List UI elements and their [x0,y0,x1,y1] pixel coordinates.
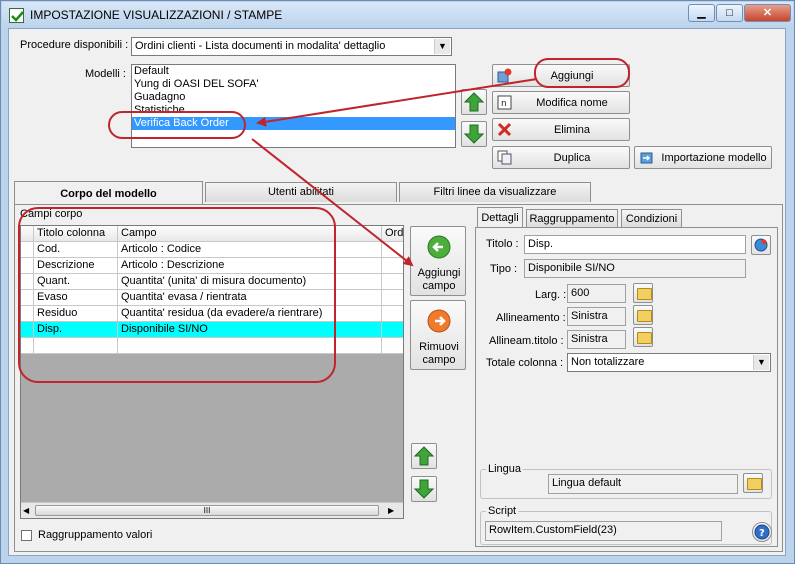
elimina-button[interactable]: Elimina [492,118,630,141]
arrow-right-orange-icon [427,309,451,333]
lingua-browse-button[interactable] [743,473,763,493]
arrow-up-green-icon [463,92,485,112]
delete-x-icon [497,122,512,137]
modelli-label: Modelli : [85,68,126,80]
totale-colonna-value: Non totalizzare [571,356,645,368]
horizontal-scrollbar[interactable]: ◀ III ▶ [21,502,403,518]
model-item-yung[interactable]: Yung di OASI DEL SOFA' [132,78,455,91]
modifica-nome-button-label: Modifica nome [536,97,608,109]
svg-text:n: n [501,99,507,109]
allineamento-label: Allineamento : [496,312,566,324]
larg-field[interactable]: 600 [567,284,626,303]
checkmark-app-icon [9,8,24,23]
tab-dettagli[interactable]: Dettagli [477,207,523,228]
lingua-field: Lingua default [548,474,738,494]
titolo-input[interactable]: Disp. [524,235,746,254]
procedure-select[interactable]: Ordini clienti - Lista documenti in moda… [131,37,452,56]
rimuovi-campo-button[interactable]: Rimuovi campo [410,300,466,370]
add-model-icon [497,68,512,83]
elimina-button-label: Elimina [553,124,591,136]
procedure-label: Procedure disponibili : [20,39,129,51]
tab-filtri-linee[interactable]: Filtri linee da visualizzare [399,182,591,202]
scroll-left-icon[interactable]: ◀ [23,506,29,515]
script-field[interactable]: RowItem.CustomField(23) [485,521,722,541]
aggiungi-campo-label: Aggiungi campo [417,267,461,292]
duplica-button-label: Duplica [553,152,591,164]
tab-corpo-del-modello[interactable]: Corpo del modello [14,181,203,205]
import-icon [640,152,653,164]
column-header-ordine[interactable]: Ordi [382,226,403,242]
tab-condizioni[interactable]: Condizioni [621,209,682,228]
scroll-right-icon[interactable]: ▶ [388,506,394,515]
allineam-titolo-browse-button[interactable] [633,327,653,347]
titolo-label: Titolo : [486,238,519,250]
move-field-up-button[interactable] [411,443,437,469]
close-icon: ✕ [762,7,773,19]
totale-colonna-label: Totale colonna : [486,357,564,369]
annotation-ellipse-aggiungi [534,58,630,88]
rename-icon: n [497,95,512,110]
window-title: IMPOSTAZIONE VISUALIZZAZIONI / STAMPE [30,8,283,22]
allineamento-field[interactable]: Sinistra [567,307,626,326]
model-item-default[interactable]: Default [132,65,455,78]
folder-icon [637,332,652,344]
translate-button[interactable] [751,235,771,255]
arrow-up-green-icon [413,446,435,466]
annotation-ellipse-verifica [108,111,246,139]
arrow-down-green-icon [413,479,435,499]
minimize-button[interactable]: ▁ [688,4,715,22]
tab-utenti-abilitati[interactable]: Utenti abilitati [205,182,397,202]
larg-label: Larg. : [535,289,567,301]
move-field-down-button[interactable] [411,476,437,502]
script-help-button[interactable]: ? [752,522,772,542]
scroll-thumb[interactable]: III [35,505,379,516]
allineam-titolo-label: Allineam.titolo : [489,335,564,347]
folder-icon [637,288,652,300]
folder-icon [637,310,652,322]
minimize-icon: ▁ [697,7,706,19]
tipo-field: Disponibile SI/NO [524,259,746,278]
help-icon: ? [754,524,770,540]
duplicate-icon [497,150,512,165]
raggruppamento-valori-label: Raggruppamento valori [38,529,153,541]
arrow-left-green-icon [427,235,451,259]
folder-icon [747,478,762,490]
script-group-title: Script [486,505,519,517]
annotation-rect-campi [18,207,336,383]
modifica-nome-button[interactable]: n Modifica nome [492,91,630,114]
aggiungi-campo-button[interactable]: Aggiungi campo [410,226,466,296]
maximize-button[interactable]: □ [716,4,743,22]
duplica-button[interactable]: Duplica [492,146,630,169]
allineam-titolo-field[interactable]: Sinistra [567,330,626,349]
lingua-group-title: Lingua [486,463,524,475]
maximize-icon: □ [726,7,733,19]
larg-browse-button[interactable] [633,283,653,303]
procedure-select-value: Ordini clienti - Lista documenti in moda… [135,40,386,52]
arrow-down-green-icon [463,124,485,144]
tab-raggruppamento[interactable]: Raggruppamento [526,209,618,228]
raggruppamento-valori-checkbox[interactable] [21,530,32,541]
move-model-down-button[interactable] [461,121,487,147]
model-item-guadagno[interactable]: Guadagno [132,91,455,104]
svg-text:?: ? [759,528,765,539]
allineamento-browse-button[interactable] [633,305,653,325]
totale-colonna-select[interactable]: Non totalizzare ▼ [567,353,771,372]
rimuovi-campo-label: Rimuovi campo [419,341,459,366]
globe-icon [754,238,768,252]
scroll-thumb-grip: III [203,506,211,515]
importazione-modello-button[interactable]: Importazione modello [634,146,772,169]
tipo-label: Tipo : [490,263,518,275]
close-button[interactable]: ✕ [744,4,791,22]
move-model-up-button[interactable] [461,89,487,115]
title-bar: IMPOSTAZIONE VISUALIZZAZIONI / STAMPE ▁ … [2,2,793,28]
chevron-down-icon[interactable]: ▼ [753,355,769,370]
chevron-down-icon[interactable]: ▼ [434,39,450,54]
importazione-modello-button-label: Importazione modello [661,152,767,164]
